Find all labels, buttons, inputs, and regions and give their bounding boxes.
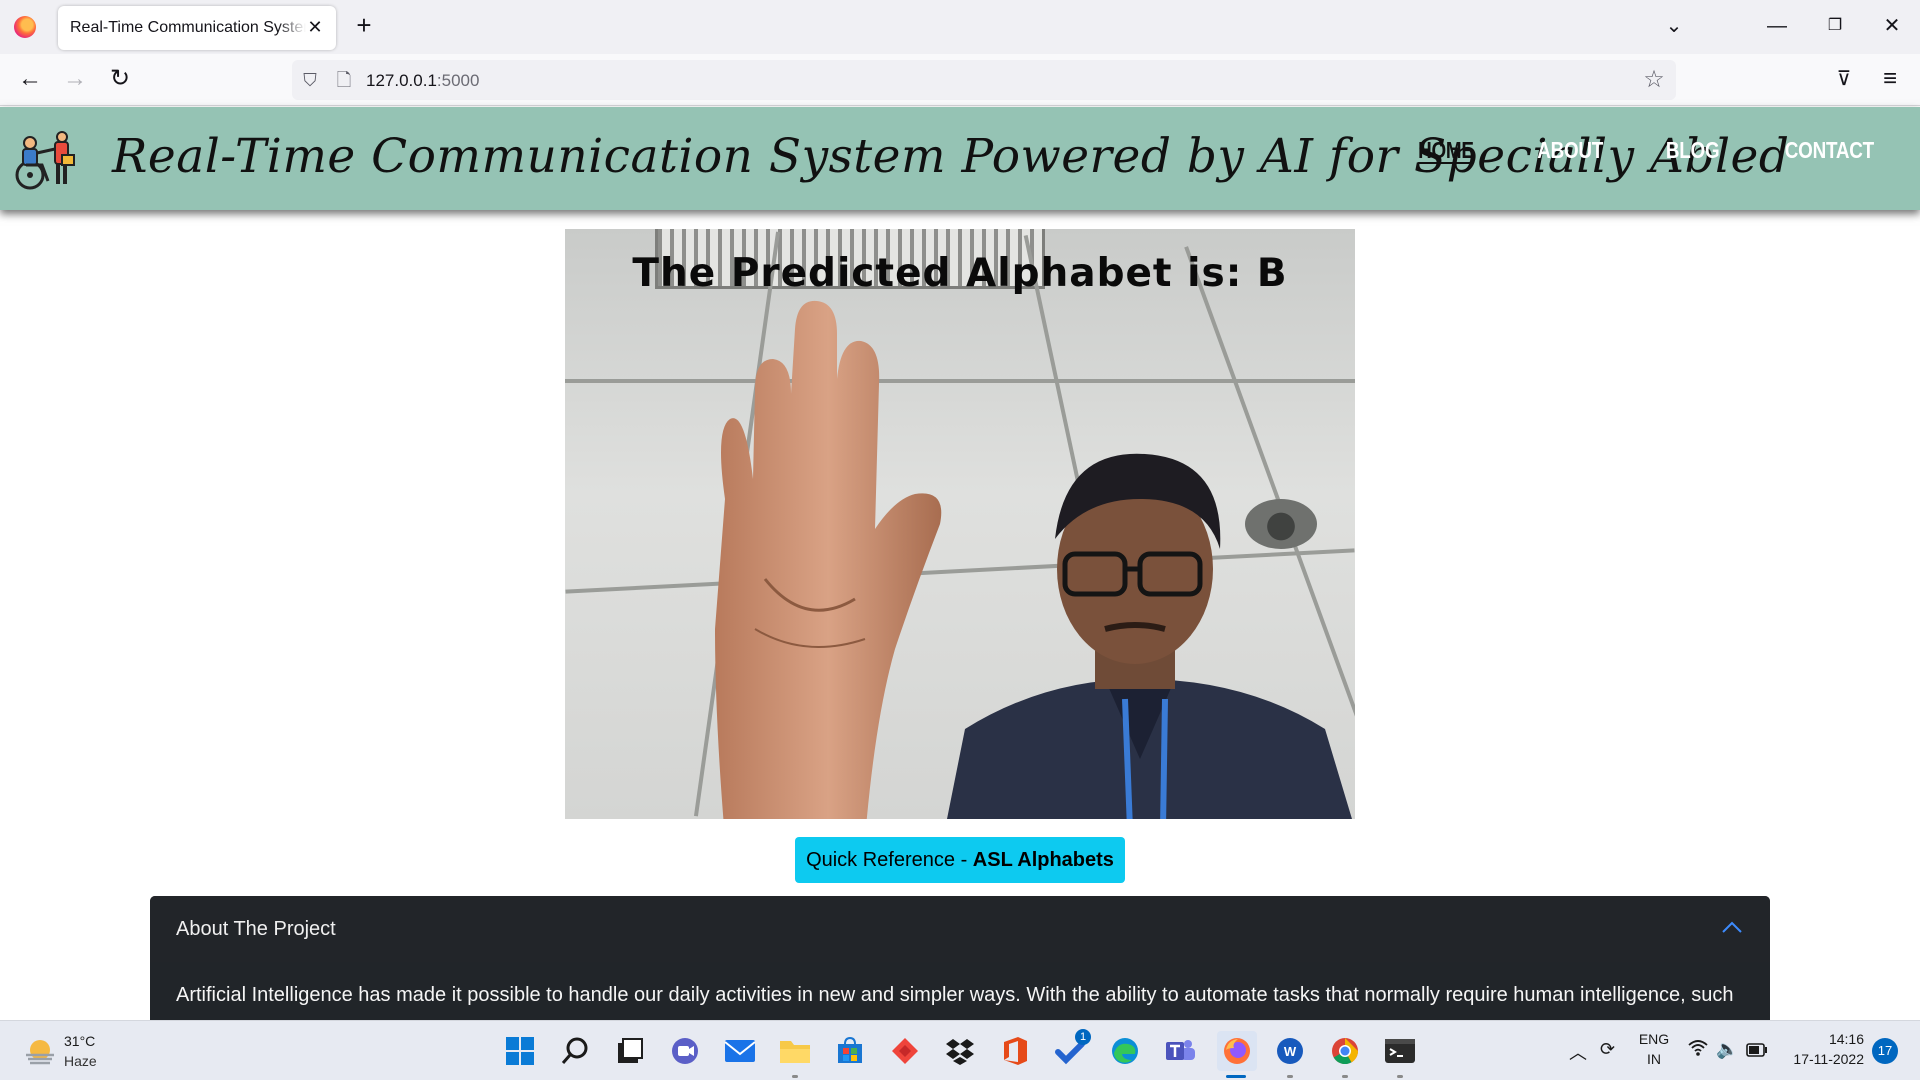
- language-line1[interactable]: ENG: [1636, 1031, 1672, 1047]
- active-app-indicator: [1226, 1075, 1246, 1078]
- running-indicator: [1287, 1075, 1293, 1078]
- dropbox-icon[interactable]: [942, 1033, 978, 1069]
- edge-icon[interactable]: [1107, 1033, 1143, 1069]
- clock-date[interactable]: 17-11-2022: [1780, 1051, 1864, 1067]
- reload-icon[interactable]: ↻: [104, 64, 136, 96]
- running-indicator: [1342, 1075, 1348, 1078]
- store-icon[interactable]: [832, 1033, 868, 1069]
- menu-icon[interactable]: ≡: [1874, 64, 1906, 96]
- site-header: Real-Time Communication System Powered b…: [0, 107, 1920, 210]
- url-bar[interactable]: ⛉ 🗋 127.0.0.1:5000 ☆: [292, 60, 1676, 100]
- accordion-header[interactable]: About The Project: [150, 896, 1770, 962]
- running-indicator: [792, 1075, 798, 1078]
- terminal-icon[interactable]: [1382, 1033, 1418, 1069]
- running-indicator: [1397, 1075, 1403, 1078]
- close-window-icon[interactable]: ✕: [1876, 12, 1908, 40]
- site-nav: HOME ABOUT BLOG CONTACT: [1412, 137, 1884, 164]
- chevron-up-icon[interactable]: ︿: [1569, 1039, 1587, 1065]
- accordion-body: Artificial Intelligence has made it poss…: [176, 984, 1734, 1006]
- office-icon[interactable]: [997, 1033, 1033, 1069]
- shield-icon[interactable]: ⛉: [298, 68, 322, 92]
- clock-time[interactable]: 14:16: [1780, 1031, 1864, 1047]
- task-view-icon[interactable]: [612, 1033, 648, 1069]
- chevron-up-icon[interactable]: [1720, 916, 1744, 940]
- todo-badge: 1: [1075, 1029, 1091, 1045]
- notification-badge[interactable]: 17: [1872, 1038, 1898, 1064]
- page-icon: 🗋: [336, 70, 352, 90]
- meet-icon[interactable]: [667, 1033, 703, 1069]
- nav-blog[interactable]: BLOG: [1666, 137, 1720, 164]
- minimize-icon[interactable]: —: [1761, 12, 1793, 40]
- svg-text:W: W: [1284, 1044, 1297, 1059]
- windows-taskbar: 31°C Haze 1 W ︿ ⟳ ENG IN 🔈 14:16 17-11-2…: [0, 1020, 1920, 1080]
- new-tab-button[interactable]: +: [350, 12, 378, 40]
- nav-contact[interactable]: CONTACT: [1785, 137, 1874, 164]
- language-line2[interactable]: IN: [1636, 1051, 1672, 1067]
- forward-icon[interactable]: →: [59, 64, 91, 96]
- volume-icon[interactable]: 🔈: [1716, 1039, 1738, 1060]
- mail-icon[interactable]: [722, 1033, 758, 1069]
- browser-tab[interactable]: Real-Time Communication System Powered b…: [58, 6, 336, 50]
- chrome-icon[interactable]: [1327, 1033, 1363, 1069]
- teams-icon[interactable]: [1162, 1033, 1198, 1069]
- file-explorer-icon[interactable]: [777, 1033, 813, 1069]
- anydesk-icon[interactable]: [887, 1033, 923, 1069]
- battery-icon[interactable]: [1746, 1041, 1768, 1062]
- firefox-taskbar-icon[interactable]: [1217, 1031, 1257, 1071]
- wifi-icon[interactable]: [1688, 1039, 1708, 1062]
- browser-tab-bar: Real-Time Communication System Powered b…: [0, 0, 1920, 54]
- weather-temp: 31°C: [64, 1033, 96, 1049]
- close-tab-icon[interactable]: ✕: [304, 16, 326, 38]
- browser-nav-bar: ← → ↻ ⛉ 🗋 127.0.0.1:5000 ☆ ⊽ ≡: [0, 54, 1920, 106]
- tab-title: Real-Time Communication System Powered b…: [70, 19, 306, 36]
- accessibility-logo-icon[interactable]: [12, 129, 76, 191]
- start-icon[interactable]: [502, 1033, 538, 1069]
- url-text[interactable]: 127.0.0.1:5000: [366, 71, 479, 91]
- nav-about[interactable]: ABOUT: [1537, 137, 1603, 164]
- search-icon[interactable]: [557, 1033, 593, 1069]
- back-icon[interactable]: ←: [14, 64, 46, 96]
- quick-reference-bold: ASL Alphabets: [972, 849, 1114, 871]
- pocket-icon[interactable]: ⊽: [1828, 64, 1860, 96]
- hand-sign: [715, 300, 942, 819]
- webcam-video-feed: The Predicted Alphabet is: B: [565, 229, 1355, 819]
- accordion-title: About The Project: [176, 918, 336, 940]
- about-accordion: About The Project Artificial Intelligenc…: [150, 896, 1770, 1020]
- quick-reference-button[interactable]: Quick Reference - ASL Alphabets: [795, 837, 1125, 883]
- firefox-icon[interactable]: [14, 16, 36, 38]
- list-all-tabs-icon[interactable]: ⌄: [1658, 12, 1690, 40]
- prediction-overlay: The Predicted Alphabet is: B: [632, 251, 1288, 296]
- quick-reference-prefix: Quick Reference -: [806, 849, 973, 871]
- bookmark-star-icon[interactable]: ☆: [1640, 66, 1668, 94]
- sync-icon[interactable]: ⟳: [1600, 1039, 1615, 1060]
- nav-home[interactable]: HOME: [1418, 137, 1474, 164]
- restore-icon[interactable]: ❐: [1819, 12, 1851, 40]
- weather-desc: Haze: [64, 1053, 97, 1069]
- word-icon[interactable]: W: [1272, 1033, 1308, 1069]
- weather-haze-icon[interactable]: [24, 1035, 56, 1067]
- person-figure: [947, 453, 1352, 819]
